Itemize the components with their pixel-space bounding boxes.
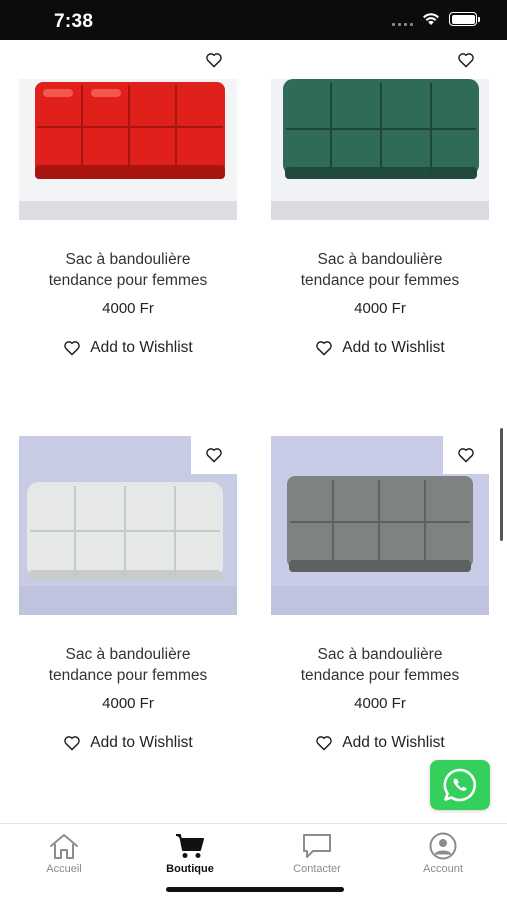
- tab-contacter[interactable]: Contacter: [262, 828, 372, 875]
- tab-accueil[interactable]: Accueil: [9, 828, 119, 875]
- product-price: 4000 Fr: [102, 300, 154, 317]
- tab-label: Accueil: [46, 863, 82, 875]
- heart-outline-icon: [206, 53, 222, 68]
- tab-label: Account: [423, 863, 463, 875]
- scrollbar[interactable]: [500, 428, 503, 541]
- favorite-toggle[interactable]: [443, 41, 489, 79]
- wishlist-label: Add to Wishlist: [342, 339, 445, 356]
- wifi-icon: [423, 13, 439, 25]
- tab-boutique[interactable]: Boutique: [135, 828, 245, 875]
- tab-label: Boutique: [166, 863, 214, 875]
- add-to-wishlist-button[interactable]: Add to Wishlist: [19, 339, 237, 357]
- heart-outline-icon: [206, 448, 222, 463]
- product-price: 4000 Fr: [102, 695, 154, 712]
- tab-account[interactable]: Account: [388, 828, 498, 875]
- whatsapp-button[interactable]: [430, 760, 490, 810]
- status-bar: 7:38: [0, 0, 507, 40]
- product-card[interactable]: Sac à bandoulière tendance pour femmes 4…: [19, 436, 237, 752]
- add-to-wishlist-button[interactable]: Add to Wishlist: [271, 339, 489, 357]
- product-name[interactable]: Sac à bandoulière tendance pour femmes: [271, 250, 489, 291]
- heart-outline-icon: [64, 736, 81, 751]
- status-icons: [392, 12, 480, 26]
- wishlist-label: Add to Wishlist: [90, 734, 193, 751]
- product-card[interactable]: Sac à bandoulière tendance pour femmes 4…: [19, 41, 237, 357]
- chat-bubble-icon: [303, 834, 331, 858]
- home-indicator: [166, 887, 344, 892]
- heart-outline-icon: [458, 53, 474, 68]
- product-name[interactable]: Sac à bandoulière tendance pour femmes: [271, 645, 489, 686]
- product-name[interactable]: Sac à bandoulière tendance pour femmes: [19, 250, 237, 291]
- wishlist-label: Add to Wishlist: [342, 734, 445, 751]
- product-image[interactable]: [271, 436, 489, 615]
- account-icon: [429, 832, 457, 860]
- favorite-toggle[interactable]: [191, 41, 237, 79]
- add-to-wishlist-button[interactable]: Add to Wishlist: [19, 734, 237, 752]
- product-price: 4000 Fr: [354, 695, 406, 712]
- product-name[interactable]: Sac à bandoulière tendance pour femmes: [19, 645, 237, 686]
- product-image[interactable]: [19, 436, 237, 615]
- favorite-toggle[interactable]: [191, 436, 237, 474]
- heart-outline-icon: [316, 341, 333, 356]
- product-image[interactable]: [19, 41, 237, 220]
- product-grid: Sac à bandoulière tendance pour femmes 4…: [0, 40, 507, 823]
- product-price: 4000 Fr: [354, 300, 406, 317]
- product-card[interactable]: Sac à bandoulière tendance pour femmes 4…: [271, 41, 489, 357]
- cellular-signal-icon: [392, 12, 413, 26]
- product-card[interactable]: Sac à bandoulière tendance pour femmes 4…: [271, 436, 489, 752]
- product-image[interactable]: [271, 41, 489, 220]
- wishlist-label: Add to Wishlist: [90, 339, 193, 356]
- heart-outline-icon: [458, 448, 474, 463]
- add-to-wishlist-button[interactable]: Add to Wishlist: [271, 734, 489, 752]
- tab-label: Contacter: [293, 863, 341, 875]
- cart-icon: [176, 834, 204, 858]
- heart-outline-icon: [64, 341, 81, 356]
- status-time: 7:38: [54, 11, 94, 32]
- heart-outline-icon: [316, 736, 333, 751]
- favorite-toggle[interactable]: [443, 436, 489, 474]
- home-icon: [50, 834, 78, 859]
- battery-icon: [449, 12, 480, 26]
- whatsapp-icon: [443, 768, 477, 802]
